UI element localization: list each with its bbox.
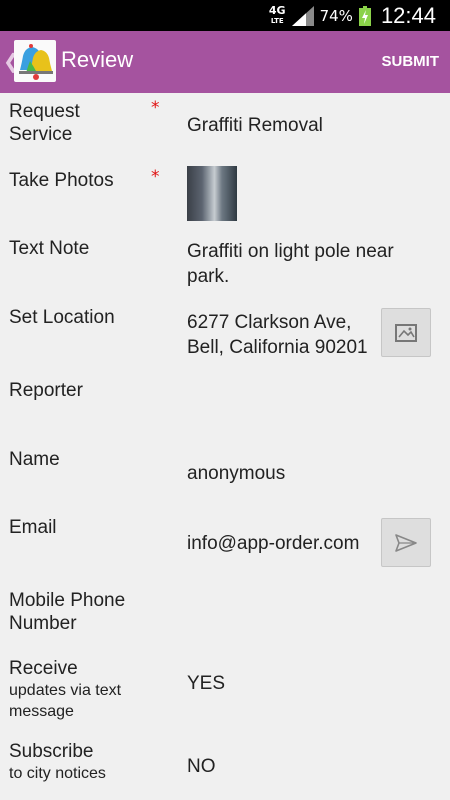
subscribe-label: Subscribe to city notices [9, 740, 159, 784]
subscribe-value[interactable]: NO [187, 754, 216, 779]
status-icons: 4G LTE 74% 12:44 [269, 0, 436, 31]
receive-updates-title: Receive [9, 658, 78, 679]
signal-icon [291, 5, 314, 26]
network-type: 4G [268, 3, 286, 17]
text-note-label: Text Note [9, 238, 90, 259]
page-title: Review [61, 47, 134, 72]
map-icon [395, 323, 417, 342]
battery-charging-icon [358, 5, 371, 26]
mobile-phone-label: Mobile Phone Number [9, 590, 126, 634]
request-service-value[interactable]: Graffiti Removal [187, 113, 323, 138]
map-button[interactable] [381, 308, 431, 357]
name-value[interactable]: anonymous [187, 461, 285, 486]
set-location-label: Set Location [9, 307, 115, 328]
location-value[interactable]: 6277 Clarkson Ave, Bell, California 9020… [187, 310, 382, 360]
receive-updates-label: Receive updates via text message [9, 657, 159, 722]
send-icon [395, 533, 417, 552]
email-value[interactable]: info@app-order.com [187, 531, 359, 556]
receive-updates-sublabel: updates via text message [9, 682, 122, 720]
review-form: Request Service * Graffiti Removal Take … [0, 93, 450, 800]
status-bar: 4G LTE 74% 12:44 [0, 0, 450, 31]
take-photos-label: Take Photos [9, 170, 114, 191]
action-bar: ❮ Review SUBMIT [0, 31, 450, 93]
send-button[interactable] [381, 518, 431, 567]
receive-updates-value[interactable]: YES [187, 671, 225, 696]
subscribe-title: Subscribe [9, 741, 94, 762]
text-note-value[interactable]: Graffiti on light pole near park. [187, 239, 427, 289]
subscribe-sublabel: to city notices [9, 765, 106, 782]
battery-percent: 74% [319, 6, 353, 25]
submit-button[interactable]: SUBMIT [382, 53, 440, 70]
network-subtype: LTE [270, 16, 284, 25]
email-label: Email [9, 517, 57, 538]
clock: 12:44 [380, 2, 436, 28]
request-service-label: Request Service [9, 101, 80, 145]
reporter-label: Reporter [9, 380, 83, 401]
photo-thumbnail[interactable] [187, 166, 237, 221]
required-marker: * [151, 98, 160, 118]
name-label: Name [9, 449, 60, 470]
bell-icon[interactable] [14, 40, 56, 82]
required-marker: * [151, 167, 160, 187]
network-indicator: 4G LTE [268, 3, 286, 26]
